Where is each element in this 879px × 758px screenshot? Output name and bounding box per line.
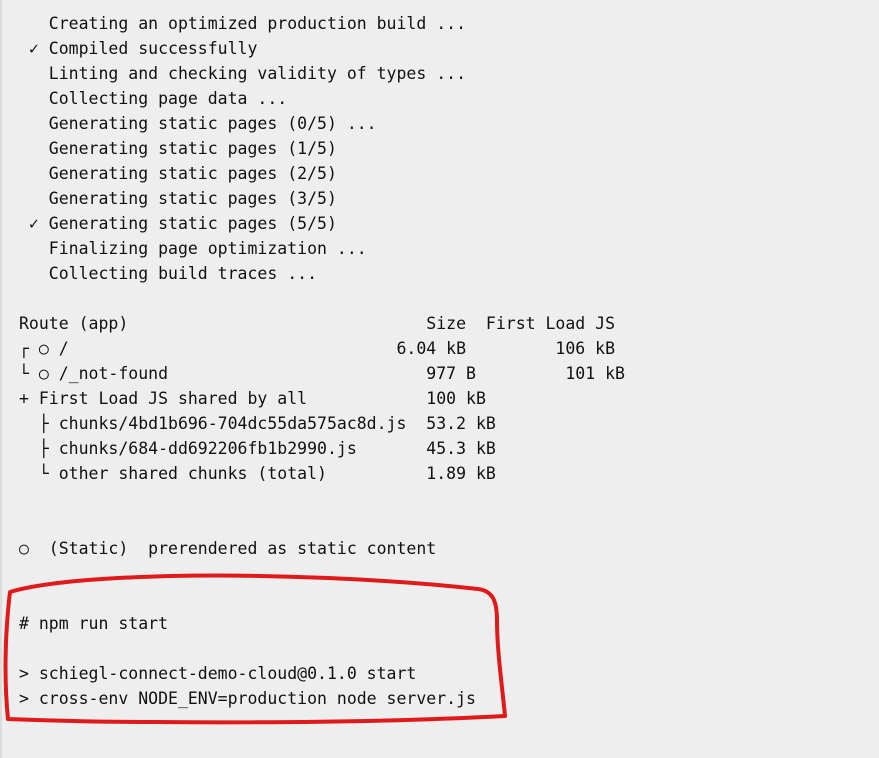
route-row-not-found: └ ○ /_not-found 977 B 101 kB <box>19 364 625 383</box>
start-command-line: # npm run start <box>19 614 169 633</box>
route-table-header: Route (app) Size First Load JS <box>19 314 616 333</box>
build-line-creating: Creating an optimized production build .… <box>19 14 467 33</box>
route-row-root: ┌ ○ / 6.04 kB 106 kB <box>19 339 616 358</box>
build-line-generating-1: Generating static pages (1/5) <box>19 139 337 158</box>
build-line-generating-2: Generating static pages (2/5) <box>19 164 337 183</box>
build-line-finalizing: Finalizing page optimization ... <box>19 239 367 258</box>
build-line-generating-3: Generating static pages (3/5) <box>19 189 337 208</box>
build-line-compiled: ✓ Compiled successfully <box>19 39 258 58</box>
terminal-output-panel: Creating an optimized production build .… <box>0 0 879 758</box>
route-row-chunk-1: ├ chunks/4bd1b696-704dc55da575ac8d.js 53… <box>19 414 496 433</box>
static-legend-line: ○ (Static) prerendered as static content <box>19 539 437 558</box>
route-row-shared-js: + First Load JS shared by all 100 kB <box>19 389 486 408</box>
build-line-collecting-page-data: Collecting page data ... <box>19 89 288 108</box>
console-text: Creating an optimized production build .… <box>19 11 625 711</box>
route-row-chunk-2: ├ chunks/684-dd692206fb1b2990.js 45.3 kB <box>19 439 496 458</box>
start-node-line: > cross-env NODE_ENV=production node ser… <box>19 689 476 708</box>
build-line-collecting-traces: Collecting build traces ... <box>19 264 318 283</box>
start-blank-line <box>19 636 625 661</box>
build-line-generating-0: Generating static pages (0/5) ... <box>19 114 377 133</box>
start-script-line: > schiegl-connect-demo-cloud@0.1.0 start <box>19 664 417 683</box>
build-line-linting: Linting and checking validity of types .… <box>19 64 467 83</box>
route-row-other-chunks: └ other shared chunks (total) 1.89 kB <box>19 464 496 483</box>
build-line-generating-5: ✓ Generating static pages (5/5) <box>19 214 337 233</box>
